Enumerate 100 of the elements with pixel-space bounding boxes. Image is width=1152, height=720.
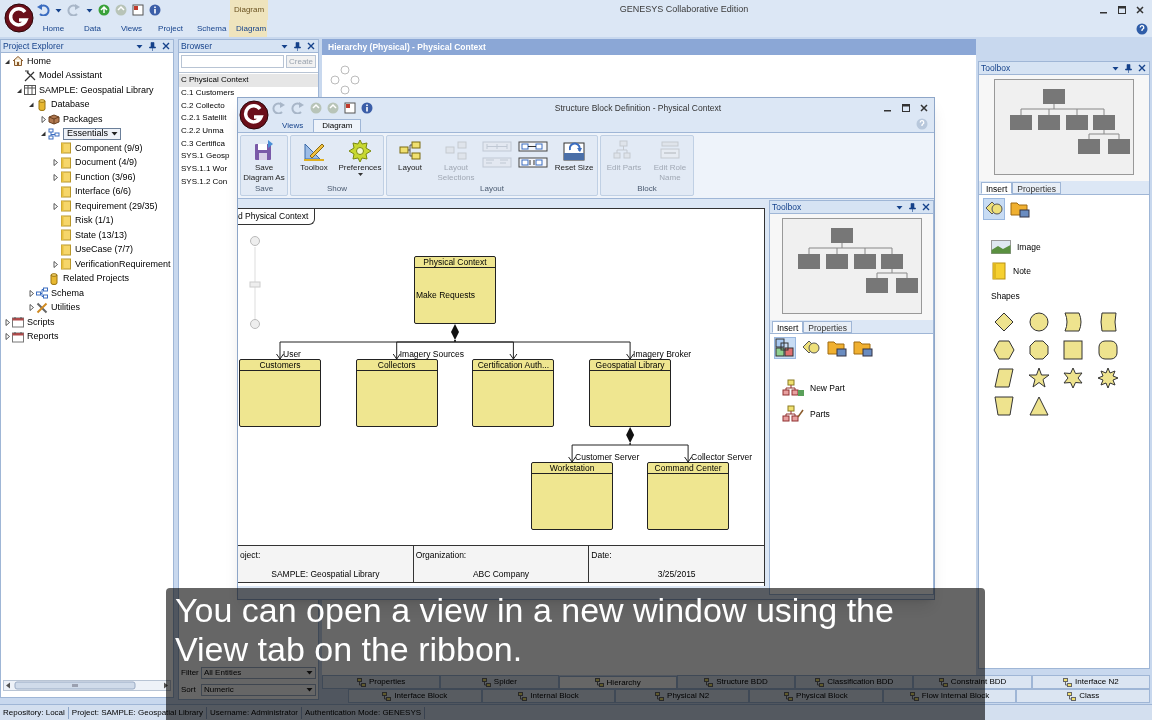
octagon-icon[interactable] bbox=[1027, 338, 1050, 361]
tree-item[interactable]: Requirement (29/35) bbox=[75, 199, 158, 213]
ribbon-button[interactable] bbox=[518, 141, 548, 152]
caret-right-icon[interactable] bbox=[27, 304, 36, 312]
ribbon-button[interactable]: Reset Size bbox=[552, 138, 596, 184]
block[interactable]: Workstation bbox=[531, 462, 614, 530]
tree-item[interactable]: VerificationRequirement bbox=[75, 257, 171, 271]
ribbon-button[interactable]: Layout bbox=[388, 138, 432, 184]
block[interactable]: Collectors bbox=[355, 359, 438, 427]
ribbon-button[interactable]: Save Diagram As bbox=[242, 138, 286, 184]
sort-dropdown[interactable]: Numeric bbox=[201, 683, 316, 696]
tree-item[interactable]: Scripts bbox=[27, 315, 55, 329]
horizontal-scrollbar[interactable] bbox=[3, 680, 171, 691]
triangle-icon[interactable] bbox=[1027, 394, 1050, 417]
list-item[interactable]: SYS.1 Geosp bbox=[179, 150, 231, 163]
list-item[interactable]: SYS.1.1 Wor bbox=[179, 162, 229, 176]
caret-down-icon[interactable] bbox=[39, 130, 48, 138]
ribbon-tab[interactable]: Views bbox=[112, 20, 151, 37]
info-icon[interactable] bbox=[361, 102, 373, 114]
ribbon-tab[interactable]: Home bbox=[34, 20, 73, 37]
tree-item[interactable]: Utilities bbox=[51, 301, 80, 315]
pin-icon[interactable] bbox=[1125, 63, 1132, 73]
ribbon-button[interactable]: Toolbox bbox=[292, 138, 336, 184]
caret-icon[interactable] bbox=[896, 203, 903, 211]
close-icon[interactable] bbox=[1138, 64, 1146, 72]
logo-icon[interactable] bbox=[4, 3, 34, 33]
info-icon[interactable] bbox=[149, 4, 161, 16]
filter-dropdown[interactable]: Essentials bbox=[63, 127, 122, 140]
list-item[interactable]: C.2.1 Satellit bbox=[179, 112, 228, 125]
list-item[interactable]: C Physical Context bbox=[179, 74, 318, 87]
logo-icon[interactable] bbox=[239, 100, 269, 130]
tree-item[interactable]: Related Projects bbox=[63, 272, 130, 286]
list-item[interactable]: C.3 Certifica bbox=[179, 137, 226, 151]
tree-item[interactable]: Reports bbox=[27, 330, 59, 344]
caret-icon[interactable] bbox=[281, 42, 288, 50]
ribbon-tab[interactable]: Diagram bbox=[229, 20, 267, 37]
caret-right-icon[interactable] bbox=[3, 318, 12, 326]
rounded-square-icon[interactable] bbox=[1096, 338, 1119, 361]
tree-item[interactable]: Interface (6/6) bbox=[75, 185, 132, 199]
six-point-star-icon[interactable] bbox=[1062, 366, 1084, 389]
tool-button[interactable] bbox=[774, 337, 796, 359]
tree-item[interactable]: Database bbox=[51, 98, 90, 112]
tree-item[interactable]: Home bbox=[27, 54, 51, 68]
tree-boxes-icon[interactable] bbox=[782, 405, 804, 423]
up-arrow-icon[interactable] bbox=[98, 4, 110, 16]
diagram-overview-drawing[interactable] bbox=[781, 218, 922, 314]
tab[interactable]: Insert bbox=[772, 321, 804, 333]
pin-icon[interactable] bbox=[149, 41, 156, 51]
diamond-icon[interactable] bbox=[993, 310, 1015, 333]
tree-boxes-icon[interactable] bbox=[782, 379, 804, 397]
close-icon[interactable] bbox=[307, 42, 315, 50]
tree-item[interactable]: Component (9/9) bbox=[75, 141, 143, 155]
list-item[interactable]: C.2 Collecto bbox=[179, 99, 226, 113]
close-icon[interactable] bbox=[162, 42, 170, 50]
landscape-icon[interactable] bbox=[991, 240, 1011, 254]
tree-item[interactable]: Packages bbox=[63, 112, 103, 126]
undo-icon[interactable] bbox=[36, 4, 50, 16]
slider-thumb[interactable] bbox=[249, 281, 261, 288]
maximize-icon[interactable] bbox=[1118, 6, 1126, 14]
caret-icon[interactable] bbox=[1112, 64, 1119, 72]
parallelogram-icon[interactable] bbox=[993, 366, 1015, 389]
ribbon-button[interactable]: Preferences bbox=[338, 138, 382, 184]
window-icon[interactable] bbox=[132, 4, 144, 16]
close-icon[interactable] bbox=[920, 104, 928, 112]
block[interactable]: Physical Context Make Requests bbox=[414, 256, 496, 324]
diagram-overview-drawing[interactable] bbox=[994, 79, 1134, 175]
tool-button[interactable] bbox=[983, 198, 1005, 220]
caret-right-icon[interactable] bbox=[51, 260, 60, 268]
caret-right-icon[interactable] bbox=[51, 202, 60, 210]
filter-dropdown[interactable]: All Entities bbox=[201, 666, 316, 679]
circle-icon[interactable] bbox=[1027, 310, 1050, 333]
star-icon[interactable] bbox=[1027, 366, 1050, 389]
caret-icon[interactable] bbox=[136, 42, 143, 50]
close-icon[interactable] bbox=[922, 203, 930, 211]
maximize-icon[interactable] bbox=[902, 104, 910, 112]
ribbon-tab[interactable]: Data bbox=[73, 20, 112, 37]
caret-down-icon[interactable] bbox=[3, 57, 12, 65]
view-tab[interactable]: Class bbox=[1016, 689, 1151, 703]
tree-item[interactable]: Document (4/9) bbox=[75, 156, 138, 170]
zoom-slider[interactable] bbox=[249, 235, 261, 331]
trapezoid-icon[interactable] bbox=[993, 394, 1015, 417]
ribbon-tab[interactable]: Diagram bbox=[313, 119, 362, 132]
caret-right-icon[interactable] bbox=[51, 159, 60, 167]
tree-item[interactable]: Function (3/96) bbox=[75, 170, 136, 184]
eight-point-star-icon[interactable] bbox=[1096, 366, 1119, 389]
tool-item[interactable]: New Part bbox=[810, 381, 845, 395]
caret-down-icon[interactable] bbox=[15, 86, 24, 94]
window-icon[interactable] bbox=[344, 102, 356, 114]
caret-right-icon[interactable] bbox=[39, 115, 48, 123]
caret-icon[interactable] bbox=[86, 6, 93, 14]
caret-icon[interactable] bbox=[55, 6, 62, 14]
ribbon-tab[interactable]: Project bbox=[151, 20, 190, 37]
tree-item[interactable]: Risk (1/1) bbox=[75, 214, 114, 228]
tree-item[interactable]: SAMPLE: Geospatial Library bbox=[39, 83, 154, 97]
search-field[interactable] bbox=[181, 55, 284, 68]
block[interactable]: Certification Auth... bbox=[472, 359, 555, 427]
tab[interactable]: Properties bbox=[1012, 182, 1061, 194]
caret-right-icon[interactable] bbox=[3, 333, 12, 341]
block[interactable]: Command Center bbox=[647, 462, 730, 530]
ribbon-tab[interactable]: Views bbox=[274, 119, 312, 132]
